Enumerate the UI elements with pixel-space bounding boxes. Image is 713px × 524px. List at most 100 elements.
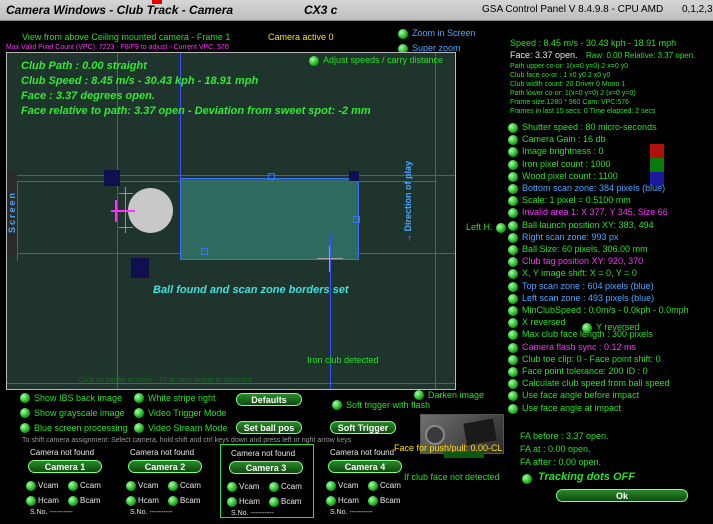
setting-radio[interactable] (508, 245, 518, 255)
adjust-speeds-radio[interactable] (309, 56, 319, 66)
camera-select-button[interactable]: Camera 4 (328, 460, 402, 473)
setting-radio[interactable] (508, 403, 518, 414)
zoom-in-screen-radio[interactable] (398, 29, 408, 39)
setting-radio[interactable] (508, 159, 518, 170)
left-h-radio[interactable] (496, 223, 506, 233)
bcam-label: Bcam (380, 496, 401, 505)
setting-radio[interactable] (508, 318, 518, 329)
setting-radio[interactable] (508, 123, 518, 133)
vcam-radio[interactable] (26, 481, 36, 491)
video-trigger-radio[interactable] (134, 408, 144, 418)
bcam-radio[interactable] (68, 496, 78, 506)
serial-number: S.No. ---------- (130, 509, 173, 516)
zone-handle[interactable] (201, 248, 208, 255)
darken-image-radio[interactable] (414, 390, 424, 400)
scan-border-top[interactable] (7, 175, 455, 176)
video-trigger-label: Video Trigger Mode (148, 408, 227, 418)
ccam-radio[interactable] (68, 481, 78, 491)
red-swatch[interactable] (650, 144, 664, 158)
serial-number: S.No. ---------- (330, 509, 373, 516)
setting-radio[interactable] (508, 379, 518, 390)
show-ibs-radio[interactable] (20, 393, 30, 403)
setting-radio[interactable] (508, 306, 518, 316)
setting-radio[interactable] (508, 257, 518, 268)
bcam-radio[interactable] (368, 496, 378, 506)
zone-handle[interactable] (353, 216, 360, 223)
setting-radio[interactable] (508, 281, 518, 292)
title-red-marker (152, 0, 162, 4)
set-ball-pos-button[interactable]: Set ball pos (236, 421, 302, 434)
blue-screen-radio[interactable] (20, 423, 30, 433)
green-swatch[interactable] (650, 158, 664, 172)
setting-radio[interactable] (508, 184, 518, 194)
setting-radio[interactable] (508, 354, 518, 365)
setting-label: Face point tolerance: 200 ID : 0 (522, 366, 648, 376)
version-digits: 0,1,2,3 (682, 4, 713, 15)
scan-border-right[interactable] (435, 53, 436, 389)
white-stripe-label: White stripe right (148, 393, 216, 403)
darken-image-label: Darken image (428, 390, 485, 400)
y-reversed-radio[interactable] (582, 323, 592, 333)
camera-select-button[interactable]: Camera 1 (28, 460, 102, 473)
soft-trigger-button[interactable]: Soft Trigger (330, 421, 396, 434)
setting-radio[interactable] (508, 232, 518, 243)
blue-screen-label: Blue screen processing (34, 423, 128, 433)
camera-select-button[interactable]: Camera 2 (128, 460, 202, 473)
camera-view[interactable]: Club Path : 0.00 straight Club Speed : 8… (6, 52, 456, 390)
setting-label: Right scan zone: 993 px (522, 231, 619, 242)
setting-radio[interactable] (508, 269, 518, 280)
adjust-speeds-label: Adjust speeds / carry distance (323, 55, 444, 65)
vcam-label: Vcam (239, 482, 260, 491)
setting-label: Camera flash sync : 0.12 ms (522, 341, 637, 352)
camera-select-button[interactable]: Camera 3 (229, 461, 303, 474)
setting-radio[interactable] (508, 367, 518, 377)
hcam-radio[interactable] (126, 496, 136, 506)
camera-group-3: Camera not found Camera 3 Vcam Ccam Hcam Bcam… (220, 444, 314, 518)
vcam-radio[interactable] (326, 481, 336, 491)
setting-radio[interactable] (508, 135, 518, 146)
camera-status: Camera not found (231, 449, 296, 458)
bcam-label: Bcam (281, 497, 302, 506)
show-ibs-label: Show IBS back image (34, 393, 123, 403)
ball-found-message: Ball found and scan zone borders set (153, 284, 349, 296)
show-grayscale-radio[interactable] (20, 408, 30, 418)
ok-button[interactable]: Ok (556, 489, 688, 502)
video-stream-radio[interactable] (134, 423, 144, 433)
defaults-button[interactable]: Defaults (236, 393, 302, 406)
screen-label: Screen (7, 190, 17, 234)
vcam-radio[interactable] (126, 481, 136, 491)
bcam-radio[interactable] (269, 497, 279, 507)
setting-radio[interactable] (508, 293, 518, 304)
setting-radio[interactable] (508, 196, 518, 207)
bcam-radio[interactable] (168, 496, 178, 506)
setting-label: Shutter speed : 80 micro-seconds (522, 122, 657, 132)
ccam-radio[interactable] (368, 481, 378, 491)
setting-radio[interactable] (508, 330, 518, 341)
setting-radio[interactable] (508, 208, 518, 219)
ccam-radio[interactable] (168, 481, 178, 491)
setting-label: Club toe clip: 0 - Face point shift: 0 (522, 353, 661, 364)
white-stripe-radio[interactable] (134, 393, 144, 403)
setting-radio[interactable] (508, 342, 518, 353)
marker-square (349, 171, 359, 181)
setting-label: Iron pixel count : 1000 (522, 158, 611, 169)
tracking-dots-label: Tracking dots OFF (538, 471, 635, 483)
setting-label: Ball launch position XY: 383, 494 (522, 219, 654, 230)
footer-hint: Click on border to move - F7 to store im… (79, 377, 252, 384)
y-reversed-label: Y reversed (596, 322, 640, 332)
soft-trigger-flash-radio[interactable] (332, 400, 342, 410)
zone-handle[interactable] (268, 173, 275, 180)
vcam-radio[interactable] (227, 482, 237, 492)
tracking-dots-radio[interactable] (522, 474, 532, 484)
setting-radio[interactable] (508, 147, 518, 158)
setting-radio[interactable] (508, 220, 518, 231)
camera-status: Camera not found (30, 448, 95, 457)
hcam-radio[interactable] (26, 496, 36, 506)
hcam-radio[interactable] (326, 496, 336, 506)
ccam-radio[interactable] (269, 482, 279, 492)
stat-line: Club face co-or : 1 x0 y0 2 x0 y0 (510, 72, 611, 79)
hcam-radio[interactable] (227, 497, 237, 507)
scan-border-bottom[interactable] (7, 253, 455, 254)
setting-radio[interactable] (508, 171, 518, 182)
setting-radio[interactable] (508, 391, 518, 402)
